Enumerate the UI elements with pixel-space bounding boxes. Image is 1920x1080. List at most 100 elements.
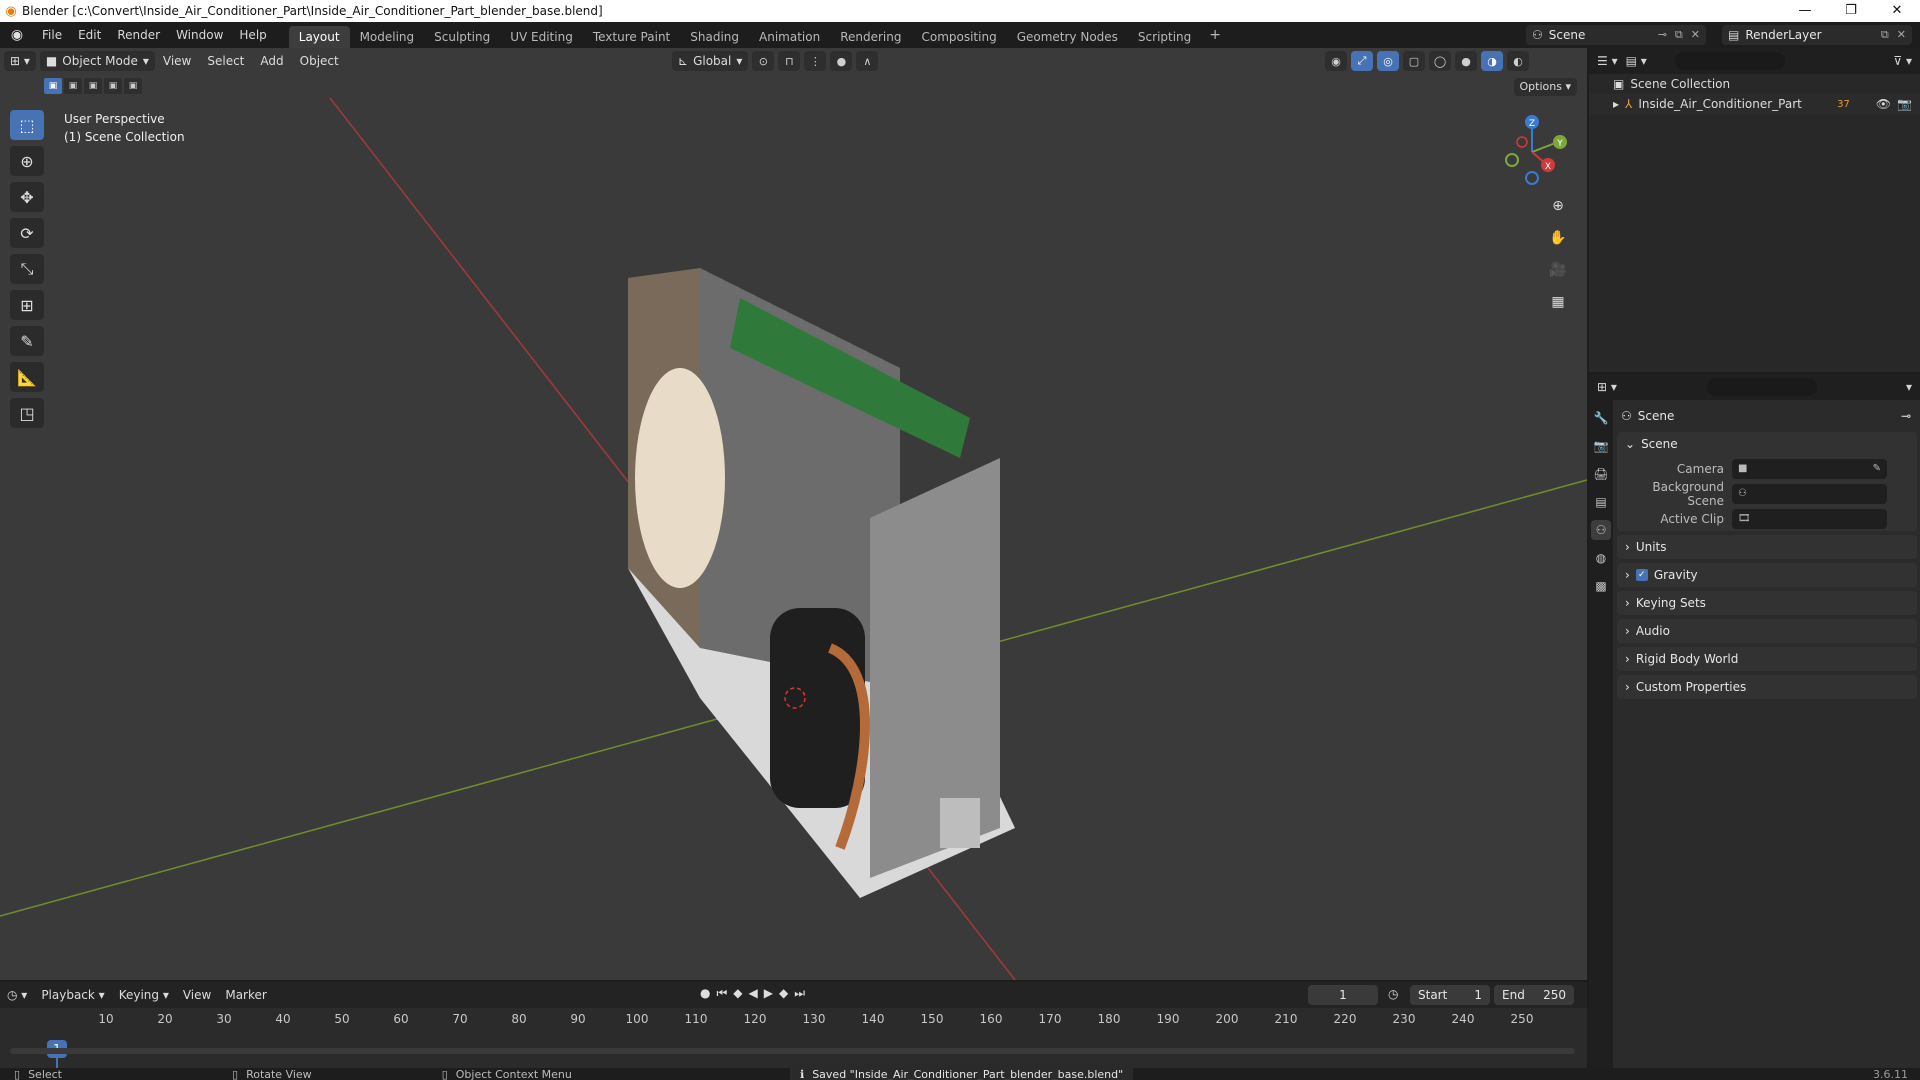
pivot-point-icon[interactable]: ⊙ [752, 51, 775, 71]
menu-file[interactable]: File [34, 22, 70, 48]
tab-shading[interactable]: Shading [680, 26, 749, 48]
outliner-scene-collection[interactable]: ▣ Scene Collection [1589, 74, 1920, 94]
tab-sculpting[interactable]: Sculpting [424, 26, 500, 48]
tab-texture-paint[interactable]: Texture Paint [583, 26, 680, 48]
add-workspace-icon[interactable]: + [1201, 22, 1229, 48]
snap-icon[interactable]: ⊓ [778, 51, 801, 71]
wireframe-shading-icon[interactable]: ◯ [1429, 51, 1451, 71]
menu-edit[interactable]: Edit [70, 22, 109, 48]
outliner-editor-type-icon[interactable]: ☰ ▾ [1597, 54, 1618, 68]
end-frame-field[interactable]: End 250 [1494, 985, 1574, 1005]
panel-custom-properties[interactable]: › Custom Properties [1617, 675, 1917, 699]
render-tab-icon[interactable]: 📷 [1591, 436, 1611, 456]
view-layer-selector[interactable]: ▤ RenderLayer ⧉ ✕ [1722, 25, 1912, 45]
camera-view-icon[interactable]: 🎥 [1546, 258, 1570, 282]
snap-target-icon[interactable]: ⋮ [804, 51, 827, 71]
panel-keying-sets[interactable]: › Keying Sets [1617, 591, 1917, 615]
start-frame-field[interactable]: Start 1 [1410, 985, 1490, 1005]
navigation-gizmo[interactable]: Z Y X [1492, 110, 1572, 190]
annotate-tool-icon[interactable]: ✎ [10, 326, 44, 356]
next-keyframe-icon[interactable]: ◆ [779, 986, 788, 1001]
viewport-menu-select[interactable]: Select [199, 54, 252, 68]
properties-editor-type-icon[interactable]: ⊞ ▾ [1597, 380, 1617, 394]
scene-tab-icon[interactable]: ⚇ [1591, 520, 1611, 540]
timeline-editor-type-icon[interactable]: ◷ ▾ [0, 988, 34, 1002]
gravity-checkbox[interactable]: ✓ [1635, 569, 1648, 581]
outliner-item-object[interactable]: ▸ ⅄ Inside_Air_Conditioner_Part 37 👁 📷 [1589, 94, 1920, 114]
active-clip-field[interactable]: 🎞 [1732, 508, 1887, 529]
solid-shading-icon[interactable]: ● [1455, 51, 1477, 71]
output-tab-icon[interactable]: 🖨 [1591, 464, 1611, 484]
panel-audio[interactable]: › Audio [1617, 619, 1917, 643]
select-box-tool-icon[interactable]: ⬚ [10, 110, 44, 140]
overlay-toggle-icon[interactable]: ◎ [1377, 51, 1399, 71]
visibility-eye-icon[interactable]: 👁 [1876, 97, 1891, 111]
timeline-menu-marker[interactable]: Marker [218, 988, 273, 1002]
tool-settings-tab-icon[interactable]: 🔧 [1591, 408, 1611, 428]
rotate-tool-icon[interactable]: ⟳ [10, 218, 44, 248]
menu-help[interactable]: Help [231, 22, 274, 48]
display-mode-icon[interactable]: ▤ ▾ [1626, 54, 1647, 68]
proportional-edit-icon[interactable]: ● [830, 51, 853, 71]
timeline-menu-keying[interactable]: Keying ▾ [112, 988, 176, 1002]
filter-icon[interactable]: ⊽ ▾ [1893, 54, 1920, 68]
new-layer-icon[interactable]: ⧉ [1881, 28, 1889, 42]
delete-scene-icon[interactable]: ✕ [1691, 28, 1700, 42]
tab-modeling[interactable]: Modeling [350, 26, 425, 48]
panel-gravity[interactable]: › ✓ Gravity [1617, 563, 1917, 587]
panel-rigid-body-world[interactable]: › Rigid Body World [1617, 647, 1917, 671]
expand-arrow-icon[interactable]: ▸ [1613, 97, 1619, 111]
falloff-icon[interactable]: ∧ [856, 51, 879, 71]
play-reverse-icon[interactable]: ◀ [749, 986, 758, 1001]
close-icon[interactable]: ✕ [1874, 0, 1920, 22]
prev-keyframe-icon[interactable]: ◆ [733, 986, 742, 1001]
menu-render[interactable]: Render [109, 22, 168, 48]
tab-animation[interactable]: Animation [749, 26, 830, 48]
orientation-dropdown[interactable]: ⊾ Global ▾ [672, 51, 749, 71]
record-icon[interactable]: ● [700, 986, 710, 1001]
timeline-scrollbar[interactable] [10, 1048, 1575, 1054]
timeline-menu-view[interactable]: View [176, 988, 218, 1002]
mode-dropdown[interactable]: ■ Object Mode ▾ [39, 51, 155, 71]
zoom-icon[interactable]: ⊕ [1546, 194, 1570, 218]
minimize-icon[interactable]: — [1782, 0, 1828, 22]
camera-field[interactable]: ■ ✎ [1732, 458, 1887, 479]
options-dropdown[interactable]: Options ▾ [1513, 78, 1577, 96]
texture-tab-icon[interactable]: ▩ [1591, 576, 1611, 596]
move-tool-icon[interactable]: ✥ [10, 182, 44, 212]
measure-tool-icon[interactable]: 📐 [10, 362, 44, 392]
tab-layout[interactable]: Layout [288, 26, 350, 48]
rendered-shading-icon[interactable]: ◐ [1507, 51, 1529, 71]
scene-selector[interactable]: ⚇ Scene ⊸ ⧉ ✕ [1526, 25, 1706, 45]
jump-end-icon[interactable]: ⏭ [794, 986, 805, 1001]
tab-rendering[interactable]: Rendering [830, 26, 911, 48]
select-extend-icon[interactable]: ▣ [64, 78, 82, 94]
world-tab-icon[interactable]: ◍ [1591, 548, 1611, 568]
tab-compositing[interactable]: Compositing [911, 26, 1006, 48]
pin-icon[interactable]: ⊸ [1658, 28, 1667, 42]
preview-range-icon[interactable]: ◷ [1388, 987, 1398, 1001]
cursor-tool-icon[interactable]: ⊕ [10, 146, 44, 176]
transform-tool-icon[interactable]: ⊞ [10, 290, 44, 320]
jump-start-icon[interactable]: ⏮ [716, 986, 727, 1001]
scale-tool-icon[interactable]: ⤡ [10, 254, 44, 284]
tab-uv-editing[interactable]: UV Editing [500, 26, 583, 48]
panel-scene-header[interactable]: ⌄ Scene [1617, 432, 1917, 456]
timeline-menu-playback[interactable]: Playback ▾ [34, 988, 111, 1002]
blender-menu-icon[interactable]: ◉ [0, 27, 34, 43]
current-frame-field[interactable]: 1 [1308, 985, 1378, 1005]
pin-context-icon[interactable]: ⊸ [1901, 409, 1917, 423]
render-camera-icon[interactable]: 📷 [1897, 97, 1920, 111]
menu-window[interactable]: Window [168, 22, 231, 48]
ortho-grid-icon[interactable]: ▦ [1546, 290, 1570, 314]
play-icon[interactable]: ▶ [764, 986, 773, 1001]
3d-viewport[interactable]: ⊞ ▾ ■ Object Mode ▾ View Select Add Objec… [0, 48, 1587, 980]
pan-hand-icon[interactable]: ✋ [1546, 226, 1570, 250]
tab-scripting[interactable]: Scripting [1128, 26, 1201, 48]
outliner-search-input[interactable] [1674, 52, 1785, 70]
viewport-menu-add[interactable]: Add [252, 54, 291, 68]
xray-icon[interactable]: ▢ [1403, 51, 1425, 71]
timeline-ruler[interactable]: 1102030405060708090100110120130140150160… [10, 1012, 1580, 1080]
select-new-icon[interactable]: ▣ [44, 78, 62, 94]
new-scene-icon[interactable]: ⧉ [1675, 28, 1683, 42]
